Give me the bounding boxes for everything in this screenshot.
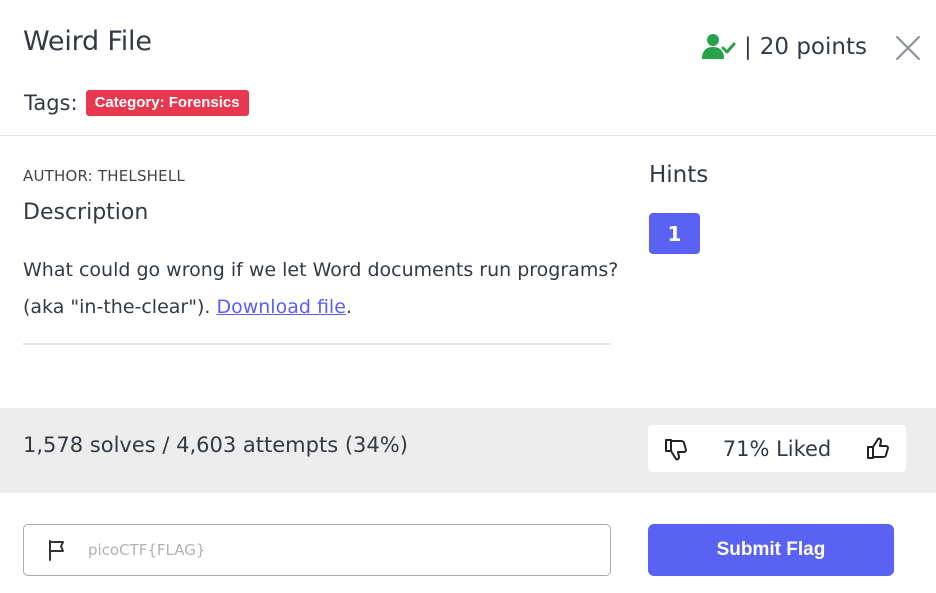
content-divider <box>23 343 611 345</box>
points-separator: | <box>744 34 752 60</box>
description-line-2: (aka "in-the-clear"). <box>23 296 217 318</box>
tags-label: Tags: <box>24 91 78 115</box>
hint-button-1[interactable]: 1 <box>649 213 700 254</box>
author-label: AUTHOR: THELSHELL <box>23 167 185 185</box>
thumbs-up-icon[interactable] <box>866 437 890 461</box>
header-divider <box>0 135 936 136</box>
close-icon[interactable] <box>894 34 922 62</box>
flag-input[interactable] <box>88 541 548 559</box>
tags-row: Tags: Category: Forensics <box>24 90 249 116</box>
solves-attempts: 1,578 solves / 4,603 attempts (34%) <box>23 433 408 457</box>
description-heading: Description <box>23 200 149 225</box>
download-file-link[interactable]: Download file <box>216 296 345 318</box>
stats-band: 1,578 solves / 4,603 attempts (34%) 71% … <box>0 408 936 493</box>
description-suffix: . <box>345 296 352 318</box>
points-value: 20 points <box>759 34 867 60</box>
user-check-icon <box>702 34 736 59</box>
thumbs-down-icon[interactable] <box>664 437 688 461</box>
flag-icon <box>49 540 64 561</box>
challenge-title: Weird File <box>23 26 152 57</box>
liked-percentage: 71% Liked <box>722 436 832 461</box>
flag-input-wrapper <box>23 524 611 576</box>
like-box: 71% Liked <box>648 425 906 472</box>
category-tag[interactable]: Category: Forensics <box>85 90 249 116</box>
hints-heading: Hints <box>649 162 709 188</box>
description-text: What could go wrong if we let Word docum… <box>23 252 623 326</box>
description-line-1: What could go wrong if we let Word docum… <box>23 259 619 281</box>
points-area: | 20 points <box>702 33 867 61</box>
submit-flag-button[interactable]: Submit Flag <box>648 524 894 576</box>
challenge-modal: Weird File | 20 points Tags: Category: F… <box>0 0 936 593</box>
